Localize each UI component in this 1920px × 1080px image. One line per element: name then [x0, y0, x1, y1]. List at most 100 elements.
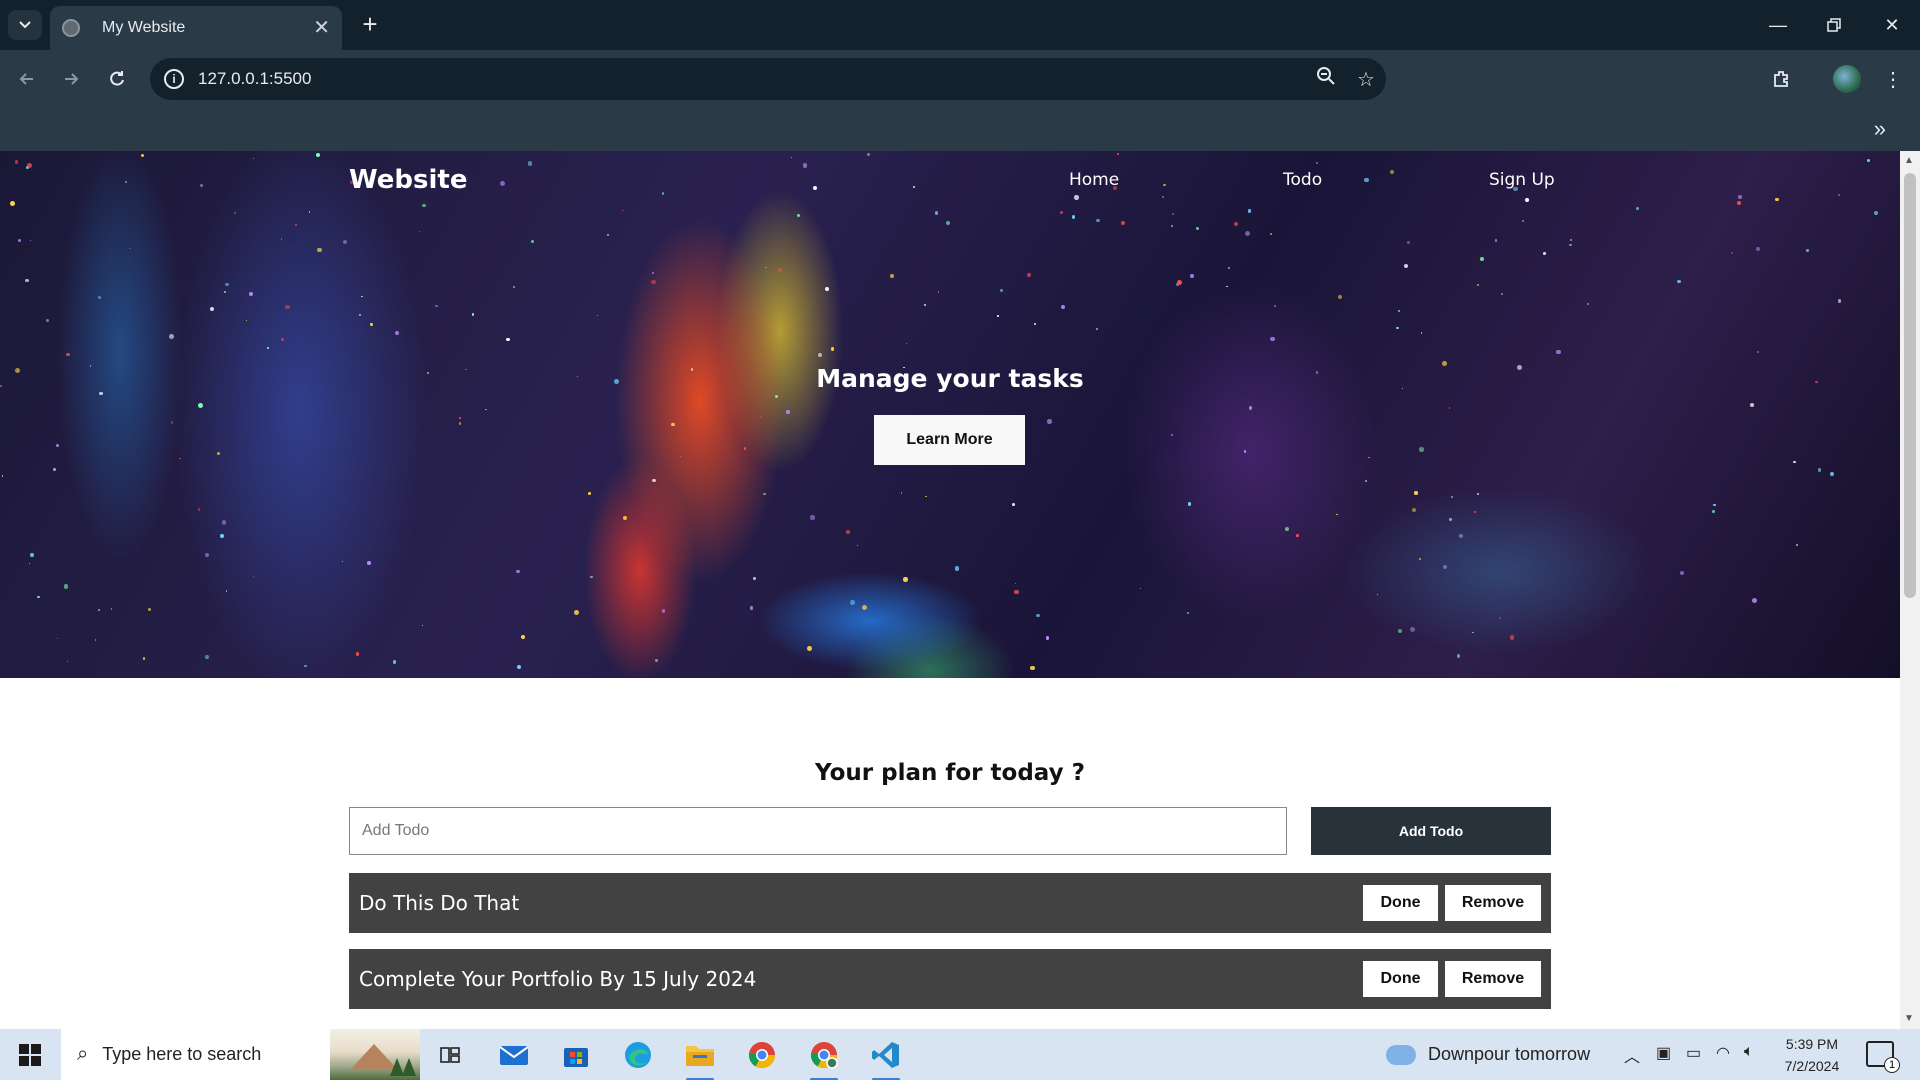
glitter-speck — [1756, 247, 1761, 251]
glitter-speck — [140, 153, 145, 158]
nav-todo[interactable]: Todo — [1283, 170, 1322, 190]
system-clock[interactable]: 5:39 PM 7/2/2024 — [1772, 1033, 1852, 1077]
add-todo-input[interactable] — [349, 807, 1287, 855]
glitter-speck — [1472, 631, 1474, 634]
glitter-speck — [1012, 502, 1016, 506]
glitter-speck — [217, 452, 220, 455]
glitter-speck — [862, 604, 868, 610]
battery-icon[interactable]: ▭ — [1686, 1043, 1701, 1063]
site-logo[interactable]: Website — [349, 165, 467, 195]
glitter-speck — [622, 515, 628, 521]
glitter-speck — [1403, 264, 1408, 269]
forward-button[interactable] — [56, 64, 86, 94]
glitter-speck — [98, 609, 100, 611]
remove-button[interactable]: Remove — [1445, 885, 1541, 921]
new-tab-button[interactable]: + — [356, 11, 384, 39]
glitter-speck — [1412, 508, 1417, 513]
reload-button[interactable] — [102, 64, 132, 94]
glitter-speck — [900, 492, 903, 494]
glitter-speck — [1636, 206, 1639, 210]
back-button[interactable] — [12, 64, 42, 94]
glitter-speck — [1284, 526, 1290, 532]
chrome-profile-icon[interactable] — [800, 1035, 848, 1080]
close-window-button[interactable]: ✕ — [1864, 0, 1920, 50]
glitter-speck — [1418, 557, 1422, 561]
mail-icon[interactable] — [490, 1035, 538, 1075]
glitter-speck — [1365, 480, 1368, 483]
glitter-speck — [791, 157, 793, 159]
glitter-speck — [765, 267, 767, 269]
done-button[interactable]: Done — [1363, 885, 1438, 921]
glitter-speck — [1499, 617, 1501, 619]
glitter-speck — [249, 291, 254, 296]
add-todo-button[interactable]: Add Todo — [1311, 807, 1551, 855]
taskbar-search-box[interactable]: ⌕ Type here to search — [61, 1029, 420, 1080]
glitter-speck — [1587, 302, 1589, 305]
restore-button[interactable] — [1806, 0, 1862, 50]
glitter-speck — [1316, 162, 1319, 165]
scrollbar-thumb[interactable] — [1904, 173, 1916, 598]
scroll-up-icon[interactable]: ▲ — [1904, 155, 1914, 166]
notification-center-icon[interactable]: 1 — [1866, 1041, 1900, 1073]
glitter-speck — [500, 181, 506, 186]
address-bar[interactable]: i 127.0.0.1:5500 ☆ — [150, 58, 1386, 100]
glitter-speck — [906, 343, 908, 345]
tab-search-button[interactable] — [8, 10, 42, 40]
done-button[interactable]: Done — [1363, 961, 1438, 997]
nav-sign-up[interactable]: Sign Up — [1489, 170, 1555, 190]
glitter-speck — [57, 638, 59, 640]
glitter-speck — [825, 287, 830, 292]
start-button[interactable] — [8, 1037, 52, 1073]
glitter-speck — [1376, 593, 1379, 596]
profile-avatar[interactable] — [1832, 64, 1862, 94]
vscode-icon[interactable] — [862, 1035, 910, 1080]
hero-section: Website Home Todo Sign Up Manage your ta… — [0, 151, 1900, 678]
meet-now-icon[interactable]: ▣ — [1656, 1043, 1671, 1063]
glitter-speck — [1121, 221, 1126, 226]
glitter-speck — [1451, 495, 1453, 498]
task-view-icon[interactable] — [426, 1035, 474, 1075]
bookmark-star-icon[interactable]: ☆ — [1346, 67, 1386, 92]
volume-icon[interactable]: 🔈︎ — [1744, 1043, 1754, 1061]
wifi-icon[interactable]: ◠ — [1716, 1043, 1730, 1063]
site-info-icon[interactable]: i — [164, 69, 184, 89]
page-viewport: Website Home Todo Sign Up Manage your ta… — [0, 151, 1900, 1029]
url-text[interactable]: 127.0.0.1:5500 — [198, 69, 1306, 89]
glitter-speck — [219, 533, 224, 538]
glitter-speck — [52, 467, 57, 472]
glitter-speck — [1161, 195, 1165, 198]
glitter-speck — [997, 314, 1000, 317]
glitter-speck — [308, 211, 311, 213]
glitter-speck — [1730, 251, 1734, 255]
learn-more-button[interactable]: Learn More — [874, 415, 1025, 465]
glitter-speck — [850, 600, 856, 605]
glitter-speck — [315, 152, 321, 158]
nav-home[interactable]: Home — [1069, 170, 1119, 190]
weather-widget[interactable]: Downpour tomorrow — [1386, 1029, 1590, 1080]
edge-icon[interactable] — [614, 1035, 662, 1075]
browser-tab[interactable]: My Website ✕ — [50, 6, 342, 50]
glitter-speck — [1030, 665, 1035, 671]
glitter-speck — [1442, 564, 1448, 570]
glitter-speck — [1015, 582, 1017, 585]
zoom-icon[interactable] — [1306, 66, 1346, 92]
glitter-speck — [923, 303, 926, 306]
glitter-speck — [1751, 598, 1757, 604]
todo-item-text: Complete Your Portfolio By 15 July 2024 — [359, 967, 757, 991]
more-bookmarks-icon[interactable]: » — [1874, 116, 1886, 142]
glitter-speck — [281, 338, 284, 341]
glitter-speck — [209, 307, 214, 312]
minimize-button[interactable]: — — [1750, 0, 1806, 50]
scroll-down-icon[interactable]: ▼ — [1904, 1013, 1914, 1024]
browser-menu-icon[interactable]: ⋮ — [1878, 64, 1908, 94]
extensions-icon[interactable] — [1766, 64, 1796, 94]
chrome-icon[interactable] — [738, 1035, 786, 1075]
bookmarks-bar: » — [0, 108, 1920, 151]
store-icon[interactable] — [552, 1035, 600, 1075]
remove-button[interactable]: Remove — [1445, 961, 1541, 997]
glitter-speck — [621, 209, 624, 212]
close-tab-icon[interactable]: ✕ — [313, 18, 330, 38]
chevron-up-icon[interactable]: ︿ — [1624, 1043, 1640, 1067]
file-explorer-icon[interactable] — [676, 1035, 724, 1080]
page-scrollbar[interactable]: ▲ ▼ — [1900, 151, 1920, 1029]
